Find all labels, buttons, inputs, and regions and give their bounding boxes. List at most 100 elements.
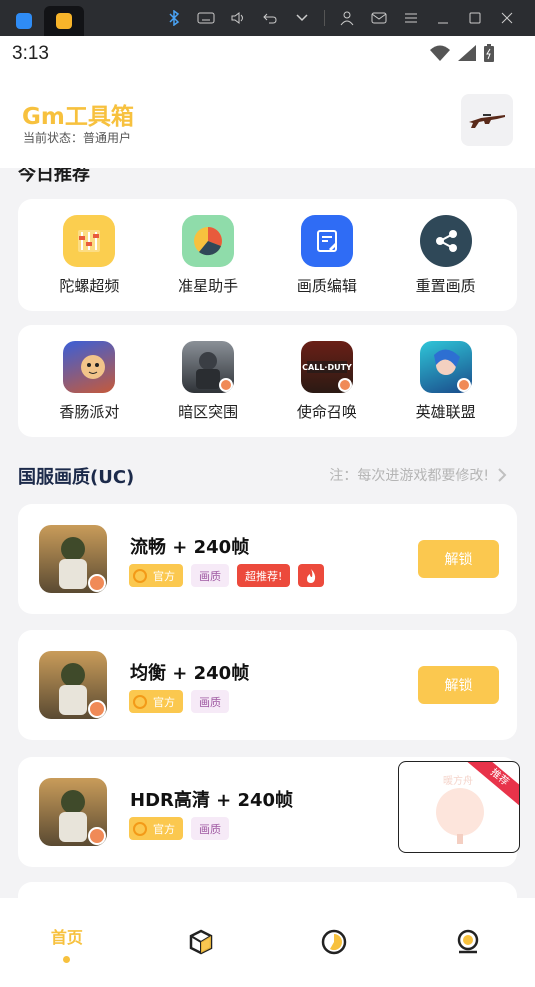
tool-label: 重置画质 bbox=[415, 277, 476, 295]
wifi-icon bbox=[430, 45, 450, 61]
game-call-of-duty[interactable]: CALL·DUTY 使命召唤 bbox=[277, 341, 377, 422]
official-badge-icon bbox=[219, 378, 234, 392]
official-tag: 官方 bbox=[129, 564, 183, 587]
cube-icon bbox=[189, 929, 212, 955]
nav-cube[interactable] bbox=[134, 898, 268, 987]
quality-tag: 画质 bbox=[191, 564, 229, 587]
emulator-logo-icon bbox=[16, 13, 32, 29]
official-badge-icon bbox=[88, 700, 106, 718]
section-title: 国服画质(UC) bbox=[18, 467, 135, 488]
official-tag: 官方 bbox=[129, 817, 183, 840]
official-badge-icon bbox=[88, 574, 106, 592]
volume-icon[interactable] bbox=[222, 0, 254, 36]
undo-icon[interactable] bbox=[254, 0, 286, 36]
tool-label: 陀螺超频 bbox=[59, 277, 120, 295]
mail-icon[interactable] bbox=[363, 0, 395, 36]
official-tag: 官方 bbox=[129, 690, 183, 713]
unlock-button[interactable]: 解锁 bbox=[418, 666, 499, 704]
minimize-icon[interactable] bbox=[427, 0, 459, 36]
game-label: 暗区突围 bbox=[178, 403, 239, 421]
sliders-icon bbox=[63, 215, 116, 267]
games-card: 香肠派对 暗区突围 CALL·DUTY 使命召唤 英雄联盟 bbox=[18, 325, 517, 437]
account-icon[interactable] bbox=[331, 0, 363, 36]
maximize-icon[interactable] bbox=[459, 0, 491, 36]
official-ring-icon bbox=[133, 821, 147, 836]
tool-label: 准星助手 bbox=[178, 277, 239, 295]
svg-text:CALL·DUTY: CALL·DUTY bbox=[302, 363, 352, 372]
tool-crosshair-assistant[interactable]: 准星助手 bbox=[158, 215, 258, 296]
app-title: Gm工具箱 bbox=[22, 104, 134, 130]
floating-ad[interactable]: 暖方舟 推荐 bbox=[398, 761, 520, 853]
sausage-party-icon bbox=[63, 341, 116, 393]
league-of-legends-icon bbox=[419, 341, 472, 393]
pie-chart-icon bbox=[182, 215, 235, 267]
official-ring-icon bbox=[133, 694, 147, 709]
pubg-game-icon bbox=[39, 778, 107, 846]
game-label: 使命召唤 bbox=[296, 403, 357, 421]
profile-icon bbox=[457, 929, 479, 954]
game-label: 英雄联盟 bbox=[415, 403, 476, 421]
call-of-duty-icon: CALL·DUTY bbox=[300, 341, 353, 393]
chart-icon bbox=[322, 929, 347, 955]
tool-gyro-overclock[interactable]: 陀螺超频 bbox=[39, 215, 139, 296]
section-note[interactable]: 注：每次进游戏都要修改! bbox=[329, 465, 507, 485]
tool-reset-graphics[interactable]: 重置画质 bbox=[396, 215, 496, 296]
pubg-game-icon bbox=[39, 525, 107, 593]
toolbar-divider bbox=[324, 10, 325, 26]
battery-icon bbox=[484, 44, 494, 62]
preset-card[interactable]: 均衡 + 240帧 官方 画质 解锁 bbox=[18, 630, 517, 740]
close-icon[interactable] bbox=[491, 0, 523, 36]
preset-tags: 官方 画质 bbox=[129, 690, 229, 713]
menu-icon[interactable] bbox=[395, 0, 427, 36]
official-badge-icon bbox=[88, 827, 106, 845]
fan-image-icon bbox=[436, 788, 484, 836]
tool-label: 画质编辑 bbox=[296, 277, 357, 295]
official-ring-icon bbox=[133, 568, 147, 583]
game-arena-breakout[interactable]: 暗区突围 bbox=[158, 341, 258, 422]
weapon-button[interactable] bbox=[461, 94, 513, 146]
fan-stand bbox=[457, 834, 463, 844]
bottom-nav: 首页 bbox=[0, 898, 535, 987]
nav-chart[interactable] bbox=[268, 898, 402, 987]
share-icon bbox=[419, 215, 472, 267]
preset-title: 流畅 + 240帧 bbox=[130, 537, 250, 558]
android-status-bar: 3:13 bbox=[0, 36, 535, 72]
bluetooth-icon[interactable] bbox=[158, 0, 190, 36]
chevron-down-icon[interactable] bbox=[286, 0, 318, 36]
hot-tag: 超推荐! bbox=[237, 564, 291, 587]
official-badge-icon bbox=[456, 378, 471, 392]
section-note-text: 注：每次进游戏都要修改! bbox=[329, 468, 489, 484]
rifle-icon bbox=[469, 114, 505, 128]
emulator-title-bar bbox=[0, 0, 535, 36]
tools-card: 陀螺超频 准星助手 画质编辑 重置画质 bbox=[18, 199, 517, 311]
keyboard-icon[interactable] bbox=[190, 0, 222, 36]
game-league-of-legends[interactable]: 英雄联盟 bbox=[396, 341, 496, 422]
quality-tag: 画质 bbox=[191, 817, 229, 840]
status-icons bbox=[429, 43, 495, 63]
app-tab[interactable] bbox=[44, 6, 84, 36]
preset-title: HDR高清 + 240帧 bbox=[130, 790, 294, 811]
status-time: 3:13 bbox=[12, 43, 49, 64]
official-badge-icon bbox=[337, 378, 352, 392]
cell-signal-icon bbox=[458, 45, 476, 61]
game-label: 香肠派对 bbox=[59, 403, 120, 421]
ad-text: 暖方舟 bbox=[443, 776, 473, 787]
tool-graphics-editor[interactable]: 画质编辑 bbox=[277, 215, 377, 296]
user-status: 当前状态：普通用户 bbox=[23, 131, 132, 145]
fire-icon bbox=[298, 564, 325, 587]
nav-home[interactable]: 首页 bbox=[0, 898, 134, 987]
edit-document-icon bbox=[300, 215, 353, 267]
game-sausage-party[interactable]: 香肠派对 bbox=[39, 341, 139, 422]
emulator-toolbar bbox=[158, 0, 523, 36]
unlock-button[interactable]: 解锁 bbox=[418, 540, 499, 578]
pubg-game-icon bbox=[39, 651, 107, 719]
chevron-right-icon bbox=[498, 468, 507, 482]
nav-active-dot bbox=[63, 956, 71, 963]
preset-card[interactable]: 流畅 + 240帧 官方 画质 超推荐! 解锁 bbox=[18, 504, 517, 614]
app-header: Gm工具箱 当前状态：普通用户 bbox=[0, 72, 535, 168]
preset-tags: 官方 画质 bbox=[129, 817, 229, 840]
nav-profile[interactable] bbox=[401, 898, 535, 987]
quality-tag: 画质 bbox=[191, 690, 229, 713]
app-tab-icon bbox=[56, 13, 72, 29]
emulator-home-tab[interactable] bbox=[6, 6, 42, 36]
